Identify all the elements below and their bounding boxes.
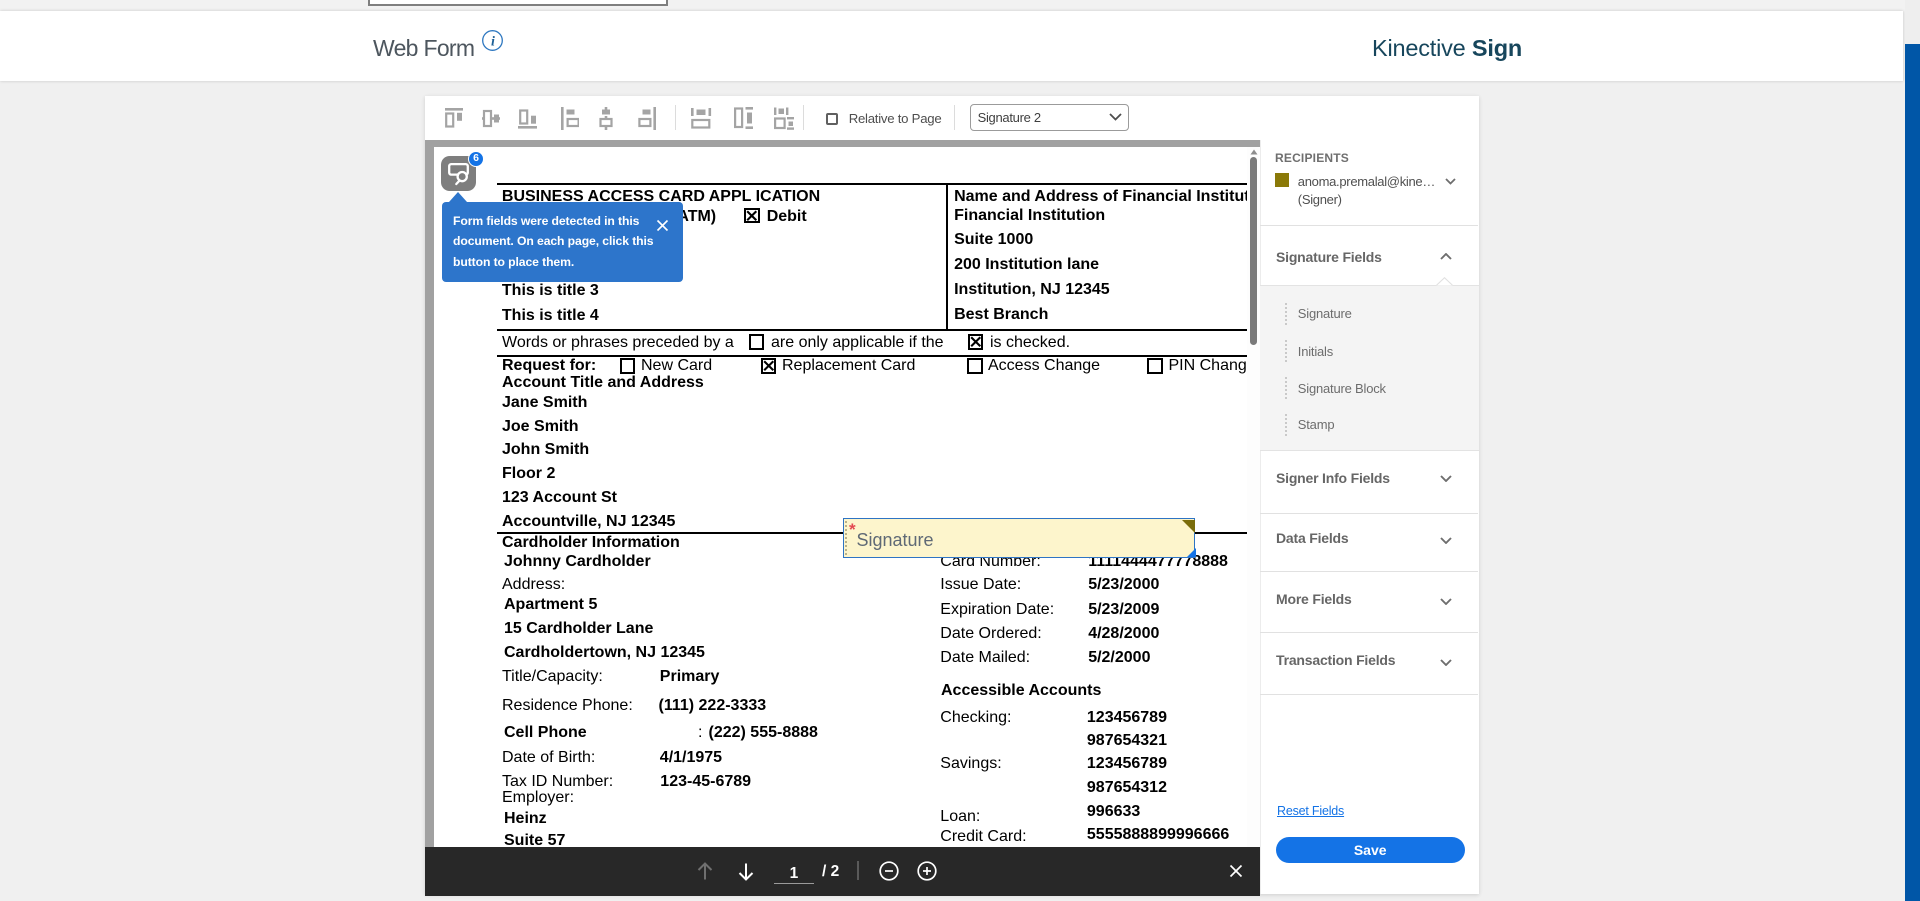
svg-text:i: i [491,34,495,49]
